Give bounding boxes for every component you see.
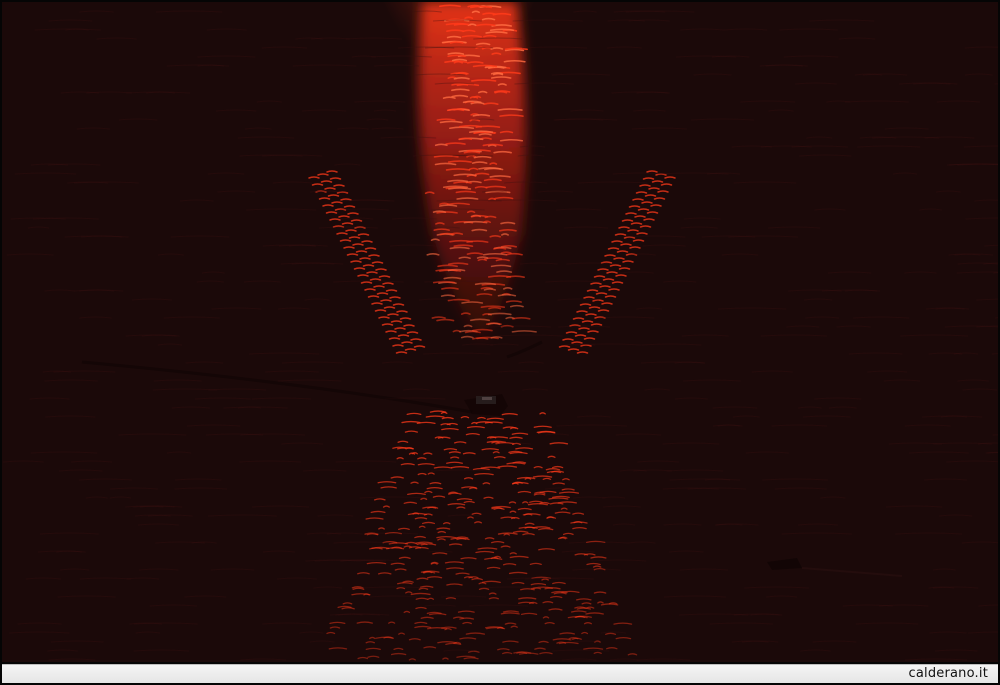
caption-bar: calderano.it: [2, 664, 998, 683]
water-reflection-scene: [2, 2, 998, 662]
watermark-text: calderano.it: [909, 666, 989, 682]
sunset-water-photo: [2, 2, 998, 662]
image-frame: calderano.it: [0, 0, 1000, 685]
